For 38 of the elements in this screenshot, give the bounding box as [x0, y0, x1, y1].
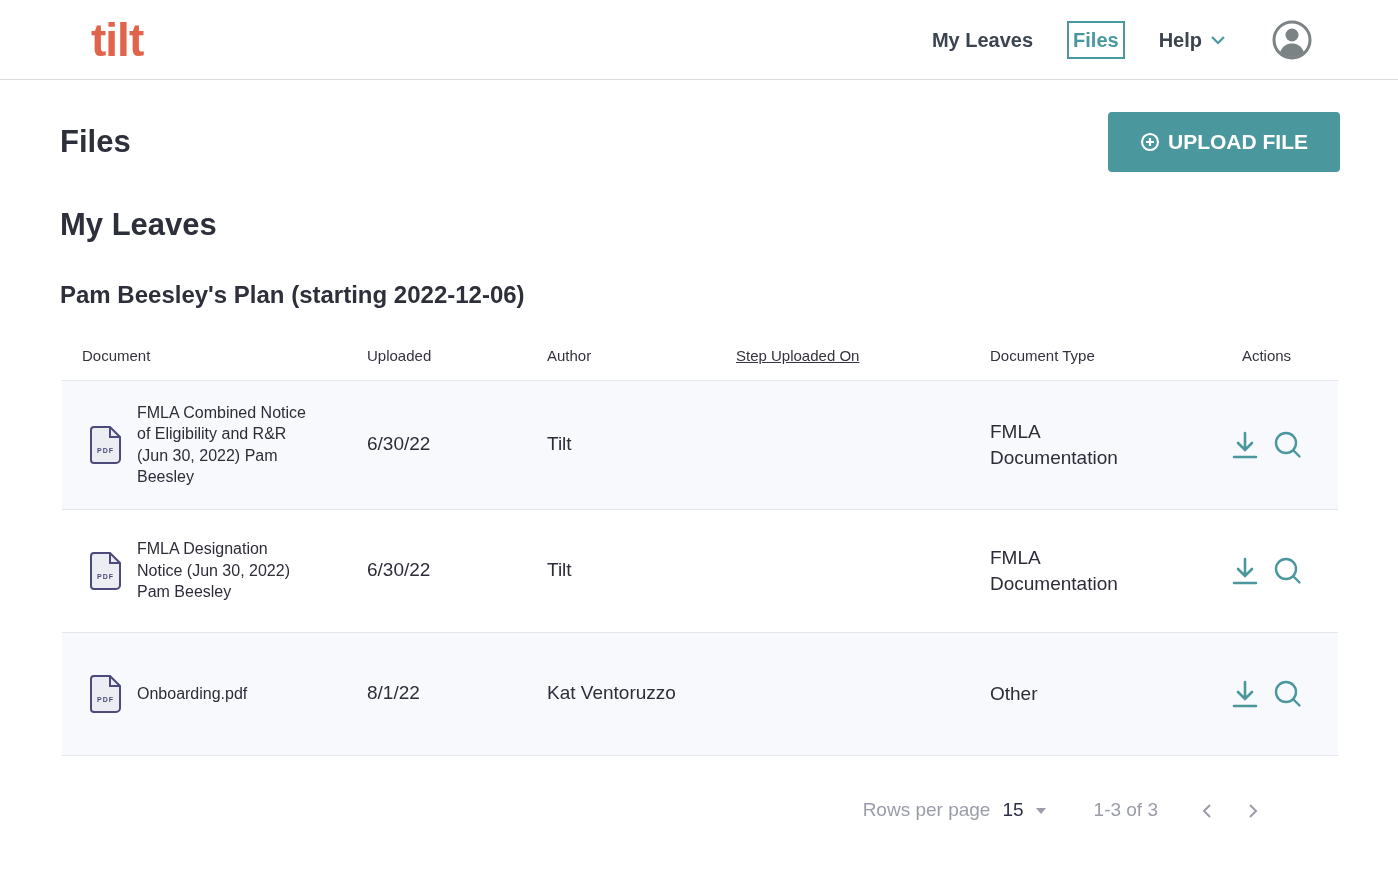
- column-header: Author: [547, 345, 592, 366]
- download-icon[interactable]: [1231, 556, 1258, 585]
- document-type: FMLA Documentation: [990, 419, 1119, 470]
- plan-title: Pam Beesley's Plan (starting 2022-12-06): [60, 279, 526, 310]
- nav-link[interactable]: My Leaves: [925, 20, 1040, 59]
- rows-per-page-select[interactable]: 15: [1002, 796, 1046, 825]
- search-icon[interactable]: [1273, 679, 1302, 708]
- user-avatar-icon[interactable]: [1272, 19, 1312, 60]
- document-name[interactable]: Onboarding.pdf: [137, 682, 317, 705]
- caret-icon: [1035, 807, 1046, 814]
- author: Tilt: [547, 432, 572, 457]
- page-range: 1-3 of 3: [1093, 798, 1158, 823]
- column-header: Document: [82, 345, 151, 366]
- upload-date: 6/30/22: [367, 558, 431, 583]
- next-page-icon[interactable]: [1248, 802, 1258, 819]
- column-header: Document Type: [990, 345, 1095, 366]
- column-header: Actions: [1241, 345, 1292, 366]
- previous-page-icon[interactable]: [1202, 802, 1212, 819]
- download-icon[interactable]: [1231, 679, 1258, 708]
- document-name[interactable]: FMLA Combined Notice of Eligibility and R&R (Jun 30, 2022) Pam Beesley: [137, 401, 317, 488]
- section-title: My Leaves: [60, 206, 218, 244]
- author: Tilt: [547, 558, 572, 583]
- document-type: Other: [990, 681, 1039, 706]
- plus-circle-icon: [1140, 132, 1160, 152]
- search-icon[interactable]: [1273, 556, 1302, 585]
- author: Kat Ventoruzzo: [547, 681, 676, 706]
- search-icon[interactable]: [1273, 430, 1302, 459]
- column-header: Uploaded: [367, 345, 432, 366]
- document-name[interactable]: FMLA Designation Notice (Jun 30, 2022) Pam Beesley: [137, 538, 317, 603]
- document-type: FMLA Documentation: [990, 545, 1119, 596]
- nav-link[interactable]: Help: [1152, 20, 1232, 59]
- page-title: Files: [60, 122, 131, 161]
- upload-date: 8/1/22: [367, 681, 420, 706]
- upload-date: 6/30/22: [367, 432, 431, 457]
- column-header[interactable]: Step Uploaded On: [736, 344, 860, 368]
- download-icon[interactable]: [1231, 430, 1258, 459]
- rows-per-page-label: Rows per page: [862, 798, 991, 823]
- chevron-down-icon: [1210, 34, 1226, 45]
